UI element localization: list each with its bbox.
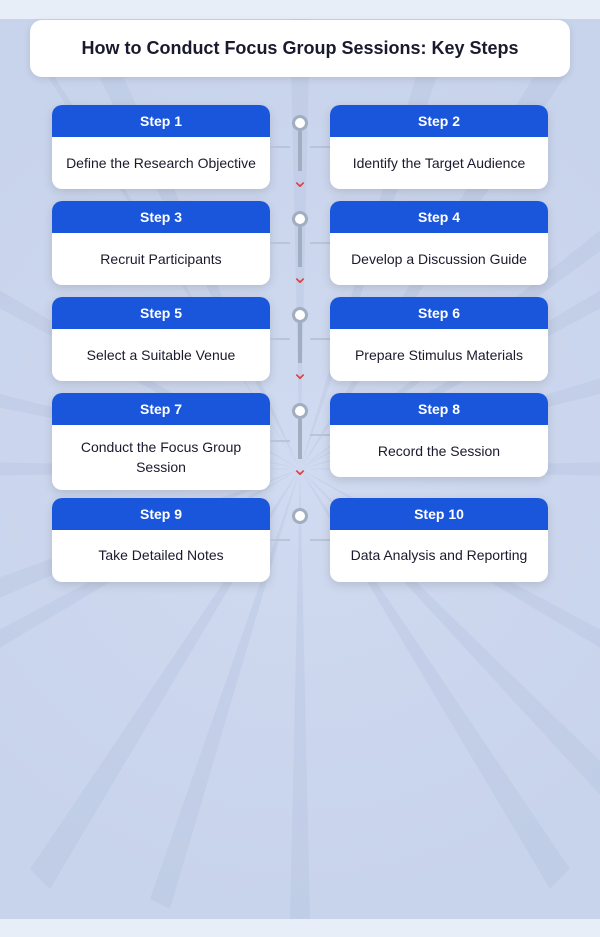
step-body-5: Select a Suitable Venue [52, 329, 270, 381]
spine-circle-4 [292, 508, 308, 524]
step-row-0: Step 1Define the Research Objective ⌄ Step… [30, 105, 570, 193]
step-card-10: Step 10Data Analysis and Reporting [330, 498, 548, 582]
spine-arrow-2: ⌄ [292, 363, 309, 383]
step-row-4: Step 9Take Detailed Notes Step 10Data Ana… [30, 498, 570, 582]
step-row-2: Step 5Select a Suitable Venue ⌄ Step 6Prep… [30, 297, 570, 385]
step-card-4: Step 4Develop a Discussion Guide [330, 201, 548, 285]
step-header-9: Step 9 [52, 498, 270, 530]
step-header-3: Step 3 [52, 201, 270, 233]
spine-circle-2 [292, 307, 308, 323]
step-body-9: Take Detailed Notes [52, 530, 270, 582]
step-card-7: Step 7Conduct the Focus Group Session [52, 393, 270, 490]
spine-segment-0: ⌄ [290, 105, 310, 193]
step-card-9: Step 9Take Detailed Notes [52, 498, 270, 582]
step-header-8: Step 8 [330, 393, 548, 425]
steps-container: Step 1Define the Research Objective⌄Step… [30, 105, 570, 855]
step-body-6: Prepare Stimulus Materials [330, 329, 548, 381]
step-body-1: Define the Research Objective [52, 137, 270, 189]
step-row-1: Step 3Recruit Participants ⌄ Step 4Develop… [30, 201, 570, 289]
spine-arrow-0: ⌄ [292, 171, 309, 191]
step-header-1: Step 1 [52, 105, 270, 137]
spine-segment-2: ⌄ [290, 297, 310, 385]
step-header-2: Step 2 [330, 105, 548, 137]
title-card: How to Conduct Focus Group Sessions: Key… [30, 20, 570, 77]
step-header-5: Step 5 [52, 297, 270, 329]
spine-circle-0 [292, 115, 308, 131]
step-body-2: Identify the Target Audience [330, 137, 548, 189]
step-body-8: Record the Session [330, 425, 548, 477]
spine-arrow-3: ⌄ [292, 459, 309, 479]
spine-segment-4 [290, 498, 310, 524]
step-card-5: Step 5Select a Suitable Venue [52, 297, 270, 381]
step-header-7: Step 7 [52, 393, 270, 425]
step-header-10: Step 10 [330, 498, 548, 530]
step-card-2: Step 2Identify the Target Audience [330, 105, 548, 189]
step-header-6: Step 6 [330, 297, 548, 329]
spine-circle-3 [292, 403, 308, 419]
step-body-4: Develop a Discussion Guide [330, 233, 548, 285]
step-card-1: Step 1Define the Research Objective [52, 105, 270, 189]
spine-segment-3: ⌄ [290, 393, 310, 481]
step-header-4: Step 4 [330, 201, 548, 233]
spine-arrow-1: ⌄ [292, 267, 309, 287]
step-card-3: Step 3Recruit Participants [52, 201, 270, 285]
step-card-8: Step 8Record the Session [330, 393, 548, 477]
step-body-7: Conduct the Focus Group Session [52, 425, 270, 490]
main-content: How to Conduct Focus Group Sessions: Key… [0, 0, 600, 885]
spine-segment-1: ⌄ [290, 201, 310, 289]
spine-circle-1 [292, 211, 308, 227]
page-title: How to Conduct Focus Group Sessions: Key… [54, 38, 546, 59]
step-row-3: Step 7Conduct the Focus Group Session ⌄ St… [30, 393, 570, 490]
step-card-6: Step 6Prepare Stimulus Materials [330, 297, 548, 381]
step-body-10: Data Analysis and Reporting [330, 530, 548, 582]
step-body-3: Recruit Participants [52, 233, 270, 285]
